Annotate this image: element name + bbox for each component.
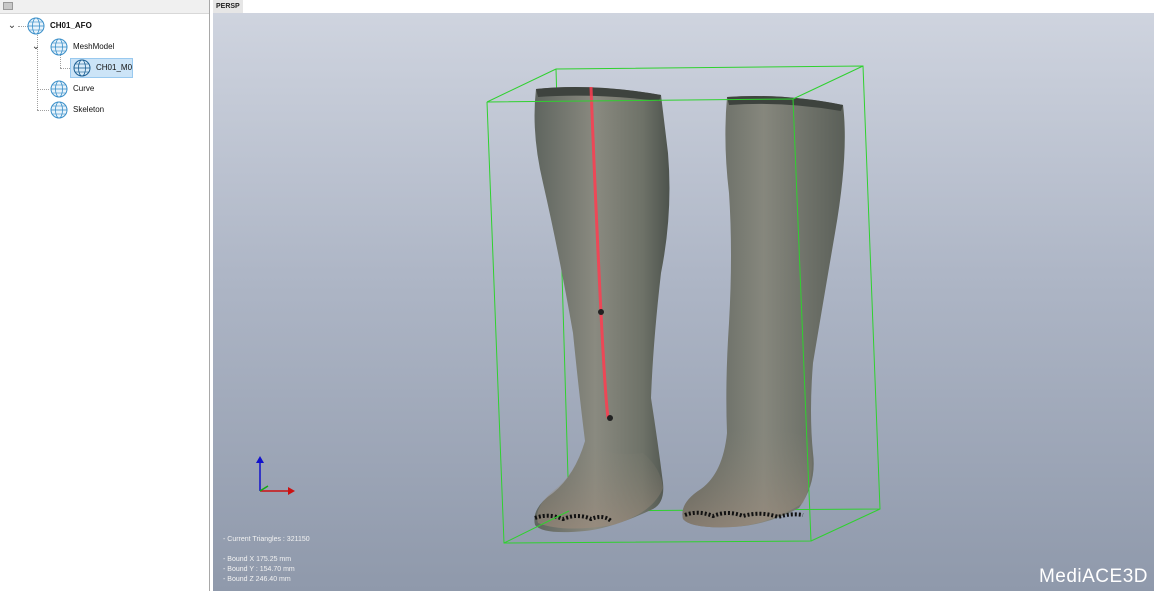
scene-tree-panel: ⌄ CH01_AFO ⌄ MeshModel CH01_M0 Curve Ske… — [0, 0, 210, 591]
tree-item-curve[interactable]: Curve — [0, 79, 209, 99]
left-leg-mesh — [534, 86, 670, 533]
tree-item-label: Curve — [73, 84, 95, 93]
mediace3d-logo: MediACE3D — [1038, 566, 1148, 587]
tree-item-label: Skeleton — [73, 105, 105, 114]
mesh-globe-icon — [73, 59, 91, 77]
axis-gizmo — [256, 456, 295, 495]
tree-item-ch01-afo[interactable]: ⌄ CH01_AFO — [0, 16, 209, 36]
panel-menu-icon[interactable] — [3, 2, 13, 10]
3d-viewport[interactable]: - Current Triangles : 321150 - Bound X 1… — [213, 13, 1154, 591]
tree-panel-header — [0, 0, 209, 14]
3d-scene[interactable] — [213, 13, 1154, 591]
viewport-area: PERSP - Current Triangles: 321150 - Bou… — [211, 0, 1154, 591]
bound-z-readout: - Bound Z 246.40 mm — [223, 576, 291, 583]
viewport-tab-bar: PERSP — [211, 0, 1154, 13]
right-leg-mesh — [682, 96, 845, 528]
bound-y-readout: - Bound Y : 154.70 mm — [223, 566, 295, 573]
current-triangles-readout: - Current Triangles : 321150 — [223, 536, 310, 543]
mesh-globe-icon — [50, 101, 68, 119]
chevron-down-icon[interactable]: ⌄ — [31, 41, 41, 52]
bound-x-readout: - Bound X 175.25 mm — [223, 556, 292, 563]
tree-item-skeleton[interactable]: Skeleton — [0, 100, 209, 120]
tab-persp[interactable]: PERSP — [213, 0, 243, 13]
tree-item-label: CH01_M0 — [96, 63, 133, 72]
chevron-down-icon[interactable]: ⌄ — [7, 20, 17, 31]
tree-item-label: CH01_AFO — [50, 21, 92, 30]
tree-item-meshmodel[interactable]: ⌄ MeshModel — [0, 37, 209, 57]
tree-item-label: MeshModel — [73, 42, 115, 51]
mesh-globe-icon — [27, 17, 45, 35]
mesh-globe-icon — [50, 38, 68, 56]
tree-item-ch01-m0[interactable]: CH01_M0 — [0, 58, 209, 78]
mesh-globe-icon — [50, 80, 68, 98]
